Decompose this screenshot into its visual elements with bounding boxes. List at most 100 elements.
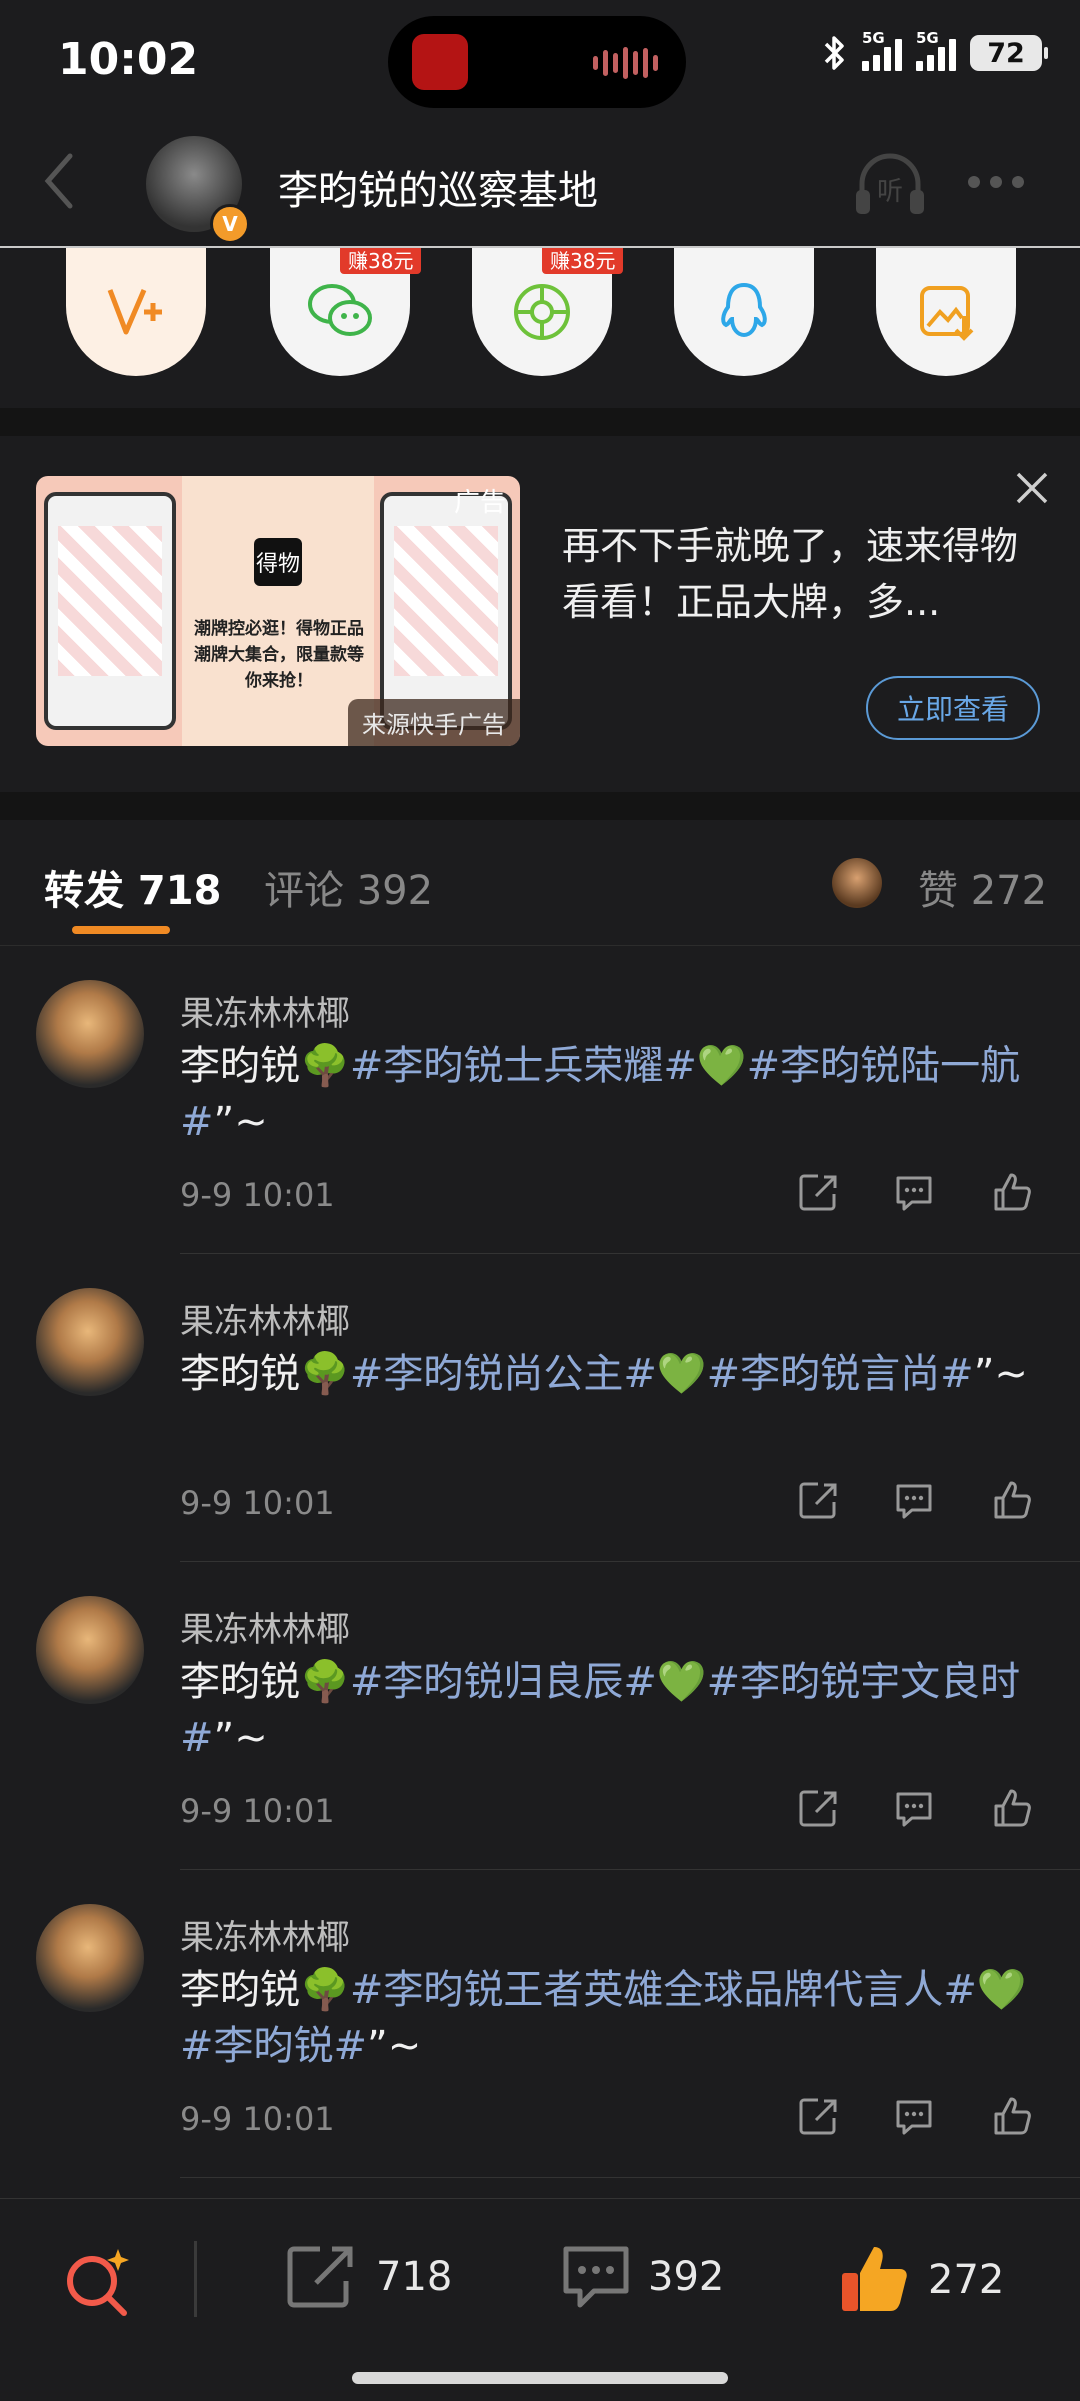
- topic-link[interactable]: #李昀锐王者英雄全球品牌代言人#: [350, 1967, 977, 2013]
- list-item[interactable]: 果冻林林椰 李昀锐🌳#李昀锐王者英雄全球品牌代言人#💚#李昀锐#”~ 9-9 1…: [0, 1870, 1080, 2178]
- list-item[interactable]: 果冻林林椰 李昀锐🌳#李昀锐士兵荣耀#💚#李昀锐陆一航#”~ 9-9 10:01: [0, 946, 1080, 1254]
- timestamp: 9-9 10:01: [180, 1792, 335, 1830]
- topic-link[interactable]: #李昀锐#: [180, 2023, 367, 2069]
- moments-icon: [514, 284, 570, 340]
- earn-tag: 赚38元: [340, 248, 422, 274]
- ad-tag: 广告: [453, 488, 506, 518]
- section-divider: [0, 408, 1080, 436]
- thumbs-up-icon: [842, 2247, 907, 2311]
- more-options-icon[interactable]: [968, 176, 1024, 188]
- list-item[interactable]: 果冻林林椰 李昀锐🌳#李昀锐尚公主#💚#李昀锐言尚#”~ 9-9 10:01: [0, 1254, 1080, 1562]
- headphones-icon[interactable]: 听: [850, 150, 930, 220]
- home-indicator[interactable]: [352, 2372, 728, 2384]
- user-name[interactable]: 果冻林林椰: [180, 986, 350, 1035]
- v-plus-icon: [107, 289, 162, 335]
- bottom-action-bar: 718 392 272: [0, 2198, 1080, 2401]
- status-bar: 10:02 5G 5G 72: [0, 0, 1080, 120]
- list-item[interactable]: 果冻林林椰 李昀锐🌳#李昀锐归良辰#💚#李昀锐宇文良时#”~ 9-9 10:01: [0, 1562, 1080, 1870]
- search-icon[interactable]: [60, 2243, 136, 2319]
- topic-link[interactable]: #李昀锐归良辰#: [350, 1659, 657, 1705]
- avatar[interactable]: [36, 1904, 144, 2012]
- back-icon[interactable]: [36, 148, 84, 214]
- user-name[interactable]: 果冻林林椰: [180, 1910, 350, 1959]
- status-indicators: 5G 5G 72: [822, 29, 1048, 72]
- save-image-button[interactable]: [876, 248, 1016, 376]
- comment-button[interactable]: 392: [560, 2243, 724, 2311]
- signal-icon-2: 5G: [916, 29, 956, 71]
- media-app-icon: [412, 34, 468, 90]
- comment-icon[interactable]: [892, 2094, 936, 2138]
- timestamp: 9-9 10:01: [180, 1176, 335, 1214]
- share-vip-button[interactable]: [66, 248, 206, 376]
- repost-button[interactable]: 718: [284, 2243, 452, 2311]
- ad-source: 来源快手广告: [348, 699, 520, 746]
- like-icon[interactable]: [990, 1170, 1034, 1214]
- interaction-tabs: 转发 718 评论 392 赞 272: [0, 820, 1080, 946]
- share-icon[interactable]: [796, 1786, 840, 1830]
- topic-link[interactable]: #李昀锐士兵荣耀#: [350, 1043, 697, 1089]
- comment-icon: [563, 2246, 629, 2308]
- comment-icon[interactable]: [892, 1786, 936, 1830]
- share-qq-button[interactable]: [674, 248, 814, 376]
- avatar[interactable]: [36, 1288, 144, 1396]
- section-divider: [0, 792, 1080, 820]
- avatar[interactable]: [36, 1596, 144, 1704]
- row-divider: [180, 2177, 1080, 2178]
- svg-text:听: 听: [877, 177, 903, 207]
- status-time: 10:02: [58, 34, 199, 85]
- avatar[interactable]: [36, 980, 144, 1088]
- active-tab-indicator: [72, 926, 170, 934]
- tab-likes[interactable]: 赞 272: [918, 858, 1047, 916]
- repost-text: 李昀锐🌳#李昀锐王者英雄全球品牌代言人#💚#李昀锐#”~: [180, 1967, 1027, 2069]
- dewu-logo: 得物: [254, 538, 302, 586]
- divider: [194, 2241, 197, 2317]
- close-icon[interactable]: [1012, 468, 1052, 508]
- like-button[interactable]: 272: [838, 2243, 1004, 2317]
- topic-link[interactable]: #李昀锐言尚#: [707, 1351, 974, 1397]
- save-image-icon: [920, 286, 974, 341]
- comment-icon[interactable]: [892, 1478, 936, 1522]
- verified-badge-icon: V: [210, 204, 250, 244]
- battery-level: 72: [987, 37, 1025, 69]
- audio-wave-icon: [593, 46, 658, 80]
- share-icon[interactable]: [796, 1478, 840, 1522]
- repost-count: 718: [376, 2254, 453, 2300]
- timestamp: 9-9 10:01: [180, 1484, 335, 1522]
- like-icon[interactable]: [990, 1478, 1034, 1522]
- ad-image[interactable]: 得物 潮牌控必逛！得物正品潮牌大集合，限量款等你来抢！ 广告 来源快手广告: [36, 476, 520, 746]
- comment-count: 392: [648, 2254, 725, 2300]
- dynamic-island[interactable]: [388, 16, 686, 108]
- comment-icon[interactable]: [892, 1170, 936, 1214]
- earn-tag: 赚38元: [542, 248, 624, 274]
- ad-description[interactable]: 再不下手就晚了，速来得物看看！正品大牌，多...: [562, 518, 1032, 630]
- like-icon[interactable]: [990, 2094, 1034, 2138]
- page-header: V 李昀锐的巡察基地 听: [0, 120, 1080, 248]
- bluetooth-icon: [824, 36, 844, 70]
- qq-icon: [721, 282, 767, 338]
- ad-cta-button[interactable]: 立即查看: [866, 676, 1040, 740]
- topic-link[interactable]: #李昀锐尚公主#: [350, 1351, 657, 1397]
- user-name[interactable]: 果冻林林椰: [180, 1294, 350, 1343]
- repost-text: 李昀锐🌳#李昀锐尚公主#💚#李昀锐言尚#”~: [180, 1351, 1028, 1397]
- share-icon[interactable]: [796, 2094, 840, 2138]
- signal-icon-1: 5G: [862, 29, 902, 71]
- share-icon[interactable]: [796, 1170, 840, 1214]
- ad-image-text: 潮牌控必逛！得物正品潮牌大集合，限量款等你来抢！: [194, 619, 364, 691]
- ad-phone-image: [380, 492, 512, 730]
- ad-card[interactable]: 得物 潮牌控必逛！得物正品潮牌大集合，限量款等你来抢！ 广告 来源快手广告 再不…: [0, 436, 1080, 792]
- likes-avatar: [832, 858, 882, 908]
- like-icon[interactable]: [990, 1786, 1034, 1830]
- tab-reposts[interactable]: 转发 718: [44, 858, 221, 916]
- battery-icon: 72: [970, 35, 1048, 71]
- ad-center-panel: [182, 476, 374, 746]
- tab-comments[interactable]: 评论 392: [264, 858, 433, 916]
- wechat-icon: [308, 284, 372, 336]
- like-count: 272: [928, 2257, 1005, 2303]
- user-name[interactable]: 果冻林林椰: [180, 1602, 350, 1651]
- repost-icon: [287, 2246, 353, 2308]
- ad-phone-image: [44, 492, 176, 730]
- share-options: 赚38元 赚38元: [0, 248, 1080, 408]
- timestamp: 9-9 10:01: [180, 2100, 335, 2138]
- page-title[interactable]: 李昀锐的巡察基地: [278, 158, 598, 216]
- repost-text: 李昀锐🌳#李昀锐归良辰#💚#李昀锐宇文良时#”~: [180, 1659, 1021, 1761]
